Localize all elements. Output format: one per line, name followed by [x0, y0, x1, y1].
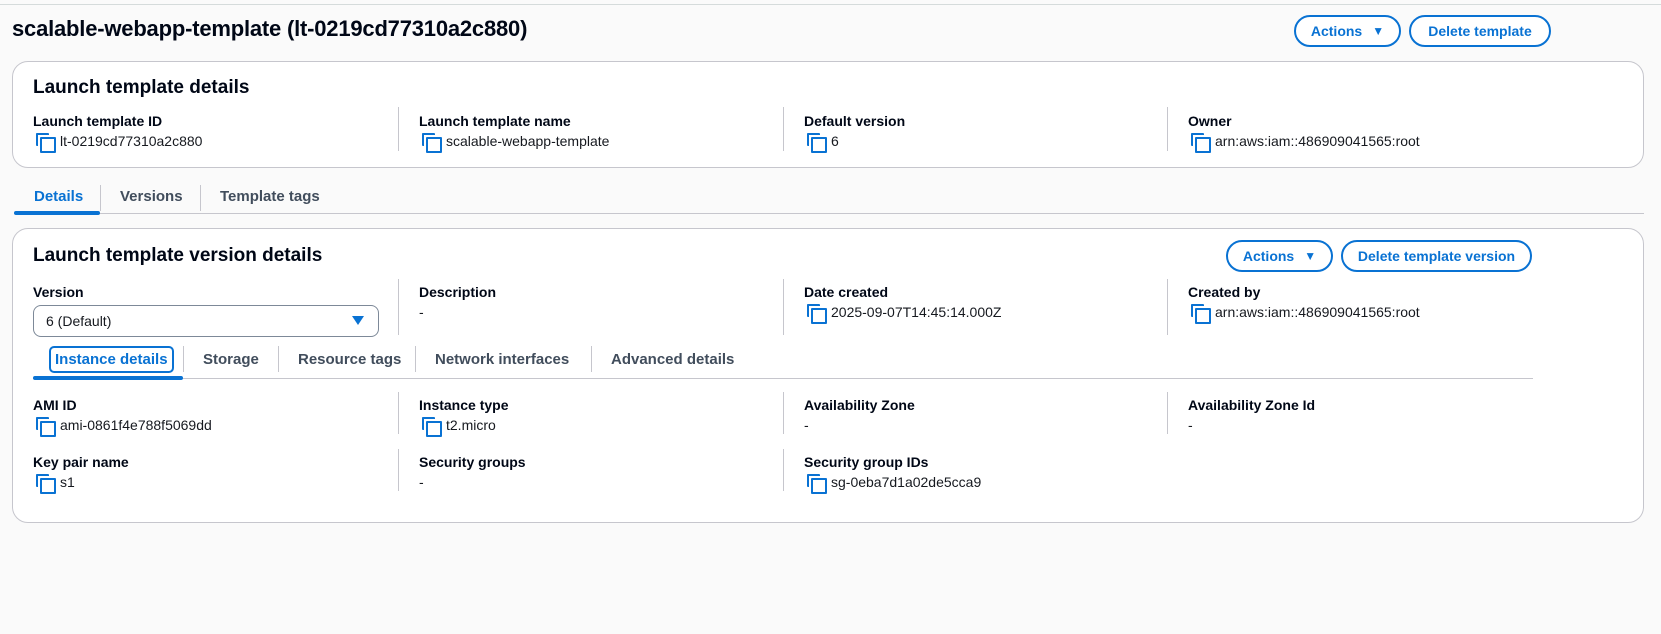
copy-icon[interactable]	[807, 474, 827, 494]
field-version: Version	[13, 283, 398, 302]
field-label: Key pair name	[33, 454, 129, 470]
tab-template-tags[interactable]: Template tags	[200, 178, 340, 214]
field-value: scalable-webapp-template	[446, 133, 610, 149]
page-title: scalable-webapp-template (lt-0219cd77310…	[12, 16, 528, 41]
field-ami-id: AMI ID ami-0861f4e788f5069dd	[13, 396, 398, 437]
actions-button[interactable]: Actions ▼	[1294, 15, 1401, 47]
field-value: -	[1188, 417, 1193, 433]
field-owner: Owner arn:aws:iam::486909041565:root	[1167, 107, 1552, 153]
caret-down-icon: ▼	[1372, 24, 1385, 38]
field-value: arn:aws:iam::486909041565:root	[1215, 304, 1420, 320]
field-value: 6	[831, 133, 839, 149]
copy-icon[interactable]	[422, 133, 442, 153]
field-value: t2.micro	[446, 417, 496, 433]
field-key-pair-name: Key pair name s1	[13, 453, 398, 494]
copy-icon[interactable]	[36, 474, 56, 494]
field-description: Description -	[398, 279, 783, 335]
field-label: Description	[419, 284, 497, 300]
field-security-groups: Security groups -	[398, 449, 783, 491]
field-value: s1	[60, 474, 75, 490]
subtab-resource-tags[interactable]: Resource tags	[298, 341, 401, 377]
field-label: Availability Zone Id	[1188, 397, 1316, 413]
main-tabs: Details Versions Template tags	[14, 178, 1644, 215]
field-label: Owner	[1188, 113, 1232, 129]
field-label: Date created	[804, 284, 889, 300]
field-value: -	[419, 304, 424, 320]
field-value: lt-0219cd77310a2c880	[60, 133, 203, 149]
actions-button-label: Actions	[1310, 23, 1363, 39]
field-launch-template-name: Launch template name scalable-webapp-tem…	[398, 107, 783, 153]
version-subtabs: Instance details Storage Resource tags N…	[33, 341, 1533, 380]
field-label: Availability Zone	[804, 397, 915, 413]
card-title: Launch template version details	[33, 245, 323, 266]
tab-separator	[591, 346, 592, 372]
version-actions-button[interactable]: Actions ▼	[1226, 240, 1333, 272]
subtab-label: Instance details	[49, 345, 174, 373]
tab-versions[interactable]: Versions	[100, 178, 203, 214]
field-label: AMI ID	[33, 397, 77, 413]
field-value: -	[804, 417, 809, 433]
field-security-group-ids: Security group IDs sg-0eba7d1a02de5cca9	[783, 449, 1168, 494]
version-details-card: Launch template version details Actions …	[12, 228, 1644, 523]
field-label: Version	[33, 284, 84, 300]
field-label: Security group IDs	[804, 454, 929, 470]
copy-icon[interactable]	[807, 133, 827, 153]
actions-button-label: Actions	[1242, 248, 1295, 264]
caret-down-icon: ▼	[1304, 249, 1317, 263]
subtab-instance-details[interactable]: Instance details	[49, 341, 174, 377]
copy-icon[interactable]	[807, 304, 827, 324]
delete-template-version-button[interactable]: Delete template version	[1341, 240, 1532, 272]
tab-details[interactable]: Details	[14, 178, 103, 214]
copy-icon[interactable]	[422, 417, 442, 437]
field-value: ami-0861f4e788f5069dd	[60, 417, 212, 433]
version-select[interactable]: 6 (Default)	[33, 305, 379, 337]
active-subtab-indicator	[33, 376, 183, 380]
field-launch-template-id: Launch template ID lt-0219cd77310a2c880	[13, 112, 398, 153]
field-created-by: Created by arn:aws:iam::486909041565:roo…	[1167, 279, 1552, 335]
field-label: Launch template name	[419, 113, 571, 129]
tab-separator	[183, 346, 184, 372]
field-availability-zone-id: Availability Zone Id -	[1167, 392, 1552, 434]
launch-template-details-card: Launch template details Launch template …	[12, 61, 1644, 168]
tab-separator	[278, 346, 279, 372]
active-tab-indicator	[14, 211, 100, 215]
field-label: Launch template ID	[33, 113, 163, 129]
delete-template-button[interactable]: Delete template	[1409, 15, 1551, 47]
card-title: Launch template details	[33, 77, 250, 98]
top-divider	[0, 4, 1661, 5]
field-label: Security groups	[419, 454, 526, 470]
field-label: Default version	[804, 113, 906, 129]
field-value: -	[419, 474, 424, 490]
field-label: Instance type	[419, 397, 509, 413]
field-value: sg-0eba7d1a02de5cca9	[831, 474, 982, 490]
field-label: Created by	[1188, 284, 1261, 300]
copy-icon[interactable]	[1191, 304, 1211, 324]
copy-icon[interactable]	[36, 417, 56, 437]
subtab-network-interfaces[interactable]: Network interfaces	[435, 341, 569, 377]
field-availability-zone: Availability Zone -	[783, 392, 1168, 434]
copy-icon[interactable]	[1191, 133, 1211, 153]
field-default-version: Default version 6	[783, 107, 1168, 153]
field-value: arn:aws:iam::486909041565:root	[1215, 133, 1420, 149]
subtab-storage[interactable]: Storage	[203, 341, 259, 377]
version-select-value: 6 (Default)	[46, 313, 112, 329]
field-date-created: Date created 2025-09-07T14:45:14.000Z	[783, 279, 1168, 335]
subtab-advanced-details[interactable]: Advanced details	[611, 341, 734, 377]
copy-icon[interactable]	[36, 133, 56, 153]
caret-down-icon	[352, 316, 364, 325]
field-instance-type: Instance type t2.micro	[398, 392, 783, 437]
tab-separator	[415, 346, 416, 372]
field-value: 2025-09-07T14:45:14.000Z	[831, 304, 1002, 320]
